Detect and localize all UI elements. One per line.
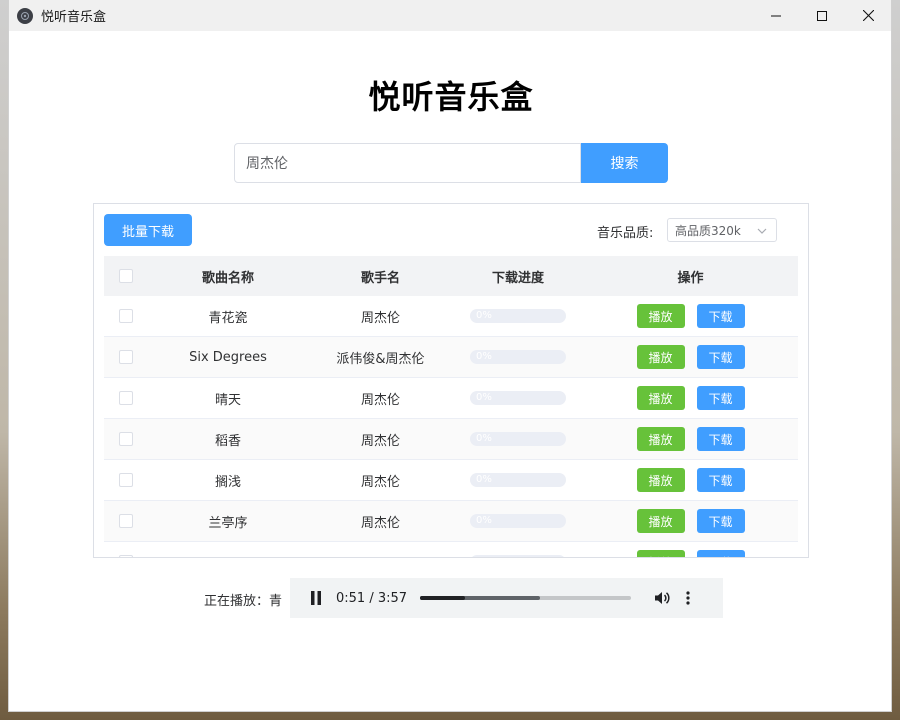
table-row: 搁浅 周杰伦 0% 播放 下载 [104, 460, 798, 501]
download-button[interactable]: 下载 [696, 468, 745, 492]
table-header: 歌曲名称 歌手名 下载进度 操作 [104, 256, 798, 296]
volume-icon [655, 592, 670, 604]
table-row: 稻香 周杰伦 0% 播放 下载 [104, 419, 798, 460]
minimize-button[interactable] [753, 0, 799, 31]
seek-bar[interactable] [420, 596, 631, 600]
table-row: Six Degrees 派伟俊&周杰伦 0% 播放 下载 [104, 337, 798, 378]
row-checkbox[interactable] [119, 555, 133, 557]
singer-name: 周杰伦 [360, 310, 400, 326]
singer-name: 派伟俊&周杰伦 [336, 351, 425, 367]
song-name: 兰亭序 [208, 515, 248, 531]
singer-name: 周杰伦 [360, 433, 400, 449]
header-song-name: 歌曲名称 [201, 270, 254, 286]
pause-button[interactable] [308, 590, 324, 606]
table-row: 播放 下载 [104, 542, 798, 557]
title-bar: 悦听音乐盒 [9, 0, 891, 31]
app-icon [17, 7, 33, 24]
search-bar: 搜索 [234, 143, 668, 183]
song-table: 歌曲名称 歌手名 下载进度 操作 青花瓷 周杰伦 0% 播放 下载 Six De… [104, 256, 798, 557]
singer-name: 周杰伦 [360, 474, 400, 490]
playback-time: 0:51 / 3:57 [336, 590, 408, 606]
pause-icon [311, 591, 321, 605]
download-button[interactable]: 下载 [696, 304, 745, 328]
download-progress-bar: 0% [470, 391, 566, 405]
batch-download-button[interactable]: 批量下载 [104, 214, 192, 246]
download-progress-bar: 0% [470, 432, 566, 446]
download-progress-text: 0% [476, 392, 492, 403]
quality-select[interactable]: 高品质320k [667, 218, 777, 242]
singer-name: 周杰伦 [360, 392, 400, 408]
download-button[interactable]: 下载 [696, 345, 745, 369]
row-checkbox[interactable] [119, 514, 133, 528]
seek-played [420, 596, 466, 600]
download-button[interactable]: 下载 [696, 427, 745, 451]
minimize-icon [771, 15, 781, 16]
download-progress-bar [470, 555, 566, 557]
quality-label: 音乐品质: [597, 226, 654, 241]
volume-button[interactable] [653, 589, 671, 607]
download-progress-text: 0% [476, 310, 492, 321]
app-window: 悦听音乐盒 悦听音乐盒 搜索 批量下载 音乐品质: 高品质320k 歌曲名称 歌… [8, 0, 892, 712]
select-all-checkbox[interactable] [119, 269, 133, 283]
row-checkbox[interactable] [119, 473, 133, 487]
now-playing-label: 正在播放：青 [204, 594, 283, 609]
play-button[interactable]: 播放 [636, 427, 685, 451]
play-button[interactable]: 播放 [636, 386, 685, 410]
more-vert-icon [686, 591, 690, 605]
row-checkbox[interactable] [119, 432, 133, 446]
song-name: 青花瓷 [208, 310, 248, 326]
row-checkbox[interactable] [119, 391, 133, 405]
table-row: 兰亭序 周杰伦 0% 播放 下载 [104, 501, 798, 542]
download-button[interactable]: 下载 [696, 509, 745, 533]
play-button[interactable]: 播放 [636, 468, 685, 492]
play-button[interactable]: 播放 [636, 345, 685, 369]
more-options-button[interactable] [685, 589, 691, 607]
download-progress-text: 0% [476, 433, 492, 444]
download-button[interactable]: 下载 [696, 386, 745, 410]
play-button[interactable]: 播放 [636, 509, 685, 533]
download-progress-text: 0% [476, 515, 492, 526]
download-progress-bar: 0% [470, 514, 566, 528]
header-singer: 歌手名 [360, 270, 400, 286]
maximize-icon [817, 10, 827, 21]
audio-player: 0:51 / 3:57 [290, 578, 723, 618]
table-body: 青花瓷 周杰伦 0% 播放 下载 Six Degrees 派伟俊&周杰伦 0% … [104, 296, 798, 557]
header-operations: 操作 [677, 270, 704, 286]
quality-selected-value: 高品质320k [675, 223, 741, 238]
table-row: 青花瓷 周杰伦 0% 播放 下载 [104, 296, 798, 337]
search-input[interactable] [234, 143, 581, 183]
singer-name: 周杰伦 [360, 515, 400, 531]
maximize-button[interactable] [799, 0, 845, 31]
window-title: 悦听音乐盒 [41, 10, 107, 25]
song-name: 搁浅 [214, 474, 241, 490]
table-row: 晴天 周杰伦 0% 播放 下载 [104, 378, 798, 419]
close-icon [862, 10, 874, 21]
close-button[interactable] [845, 0, 891, 31]
song-name: 晴天 [214, 392, 241, 408]
page-title: 悦听音乐盒 [368, 78, 534, 116]
download-progress-text: 0% [476, 474, 492, 485]
song-name: Six Degrees [189, 349, 267, 365]
download-progress-bar: 0% [470, 309, 566, 323]
play-button[interactable]: 播放 [636, 550, 685, 557]
chevron-down-icon [757, 228, 767, 234]
download-progress-text: 0% [476, 351, 492, 362]
song-name: 稻香 [214, 433, 241, 449]
row-checkbox[interactable] [119, 309, 133, 323]
play-button[interactable]: 播放 [636, 304, 685, 328]
search-button[interactable]: 搜索 [581, 143, 668, 183]
download-button[interactable]: 下载 [696, 550, 745, 557]
row-checkbox[interactable] [119, 350, 133, 364]
song-list-panel: 批量下载 音乐品质: 高品质320k 歌曲名称 歌手名 下载进度 操作 青花瓷 … [93, 203, 809, 558]
download-progress-bar: 0% [470, 473, 566, 487]
download-progress-bar: 0% [470, 350, 566, 364]
header-progress: 下载进度 [491, 270, 544, 286]
